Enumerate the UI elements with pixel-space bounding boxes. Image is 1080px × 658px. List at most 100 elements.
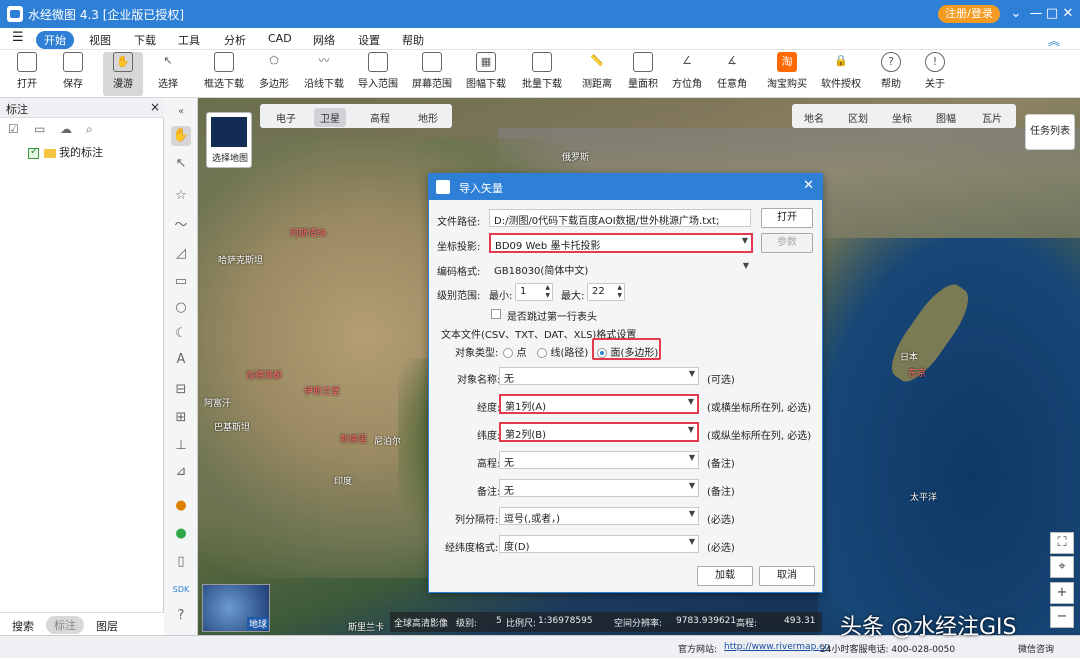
tree-item-my-annotations[interactable]: 我的标注: [28, 144, 103, 159]
save-button[interactable]: 保存: [56, 52, 90, 96]
tab-sheets[interactable]: 图幅: [936, 110, 956, 125]
menu-tools[interactable]: 工具: [178, 32, 200, 48]
tab-coordinates[interactable]: 坐标: [892, 110, 912, 125]
area-tool-icon[interactable]: ◿: [171, 244, 191, 264]
cloud-icon[interactable]: ☁: [60, 122, 72, 136]
rectangle-tool-icon[interactable]: ▭: [171, 272, 191, 292]
encoding-select[interactable]: GB18030(简体中文) ▼: [489, 259, 753, 277]
menu-download[interactable]: 下载: [134, 32, 156, 48]
open-folder-icon[interactable]: ▭: [34, 122, 45, 136]
tab-place-names[interactable]: 地名: [804, 110, 824, 125]
params-button[interactable]: 参数: [761, 233, 813, 253]
select-map-button[interactable]: 选择地图: [206, 112, 252, 168]
open-file-button[interactable]: 打开: [761, 208, 813, 228]
panel-close-icon[interactable]: ×: [150, 100, 160, 114]
coord-format-select[interactable]: 度(D) ▼: [499, 535, 699, 553]
tab-divisions[interactable]: 区划: [848, 110, 868, 125]
delimiter-select[interactable]: 逗号(,或者，) ▼: [499, 507, 699, 525]
license-button[interactable]: 🔒 软件授权: [820, 52, 862, 96]
azimuth-button[interactable]: ∠ 方位角: [670, 52, 704, 96]
remark-select[interactable]: 无 ▼: [499, 479, 699, 497]
crescent-tool-icon[interactable]: ☾: [171, 324, 191, 344]
measure-distance-button[interactable]: 📏 测距离: [580, 52, 614, 96]
tab-layers[interactable]: 图层: [96, 618, 118, 634]
measure-area-button[interactable]: 量面积: [626, 52, 660, 96]
fullscreen-icon[interactable]: ⛶: [1050, 532, 1074, 554]
polygon-button[interactable]: ⬠ 多边形: [257, 52, 291, 96]
tab-elevation[interactable]: 高程: [370, 110, 390, 125]
locate-icon[interactable]: ⌖: [1050, 556, 1074, 578]
any-angle-button[interactable]: ∡ 任意角: [715, 52, 749, 96]
add-annotation-icon[interactable]: ☑: [8, 122, 19, 136]
hamburger-menu-icon[interactable]: ☰: [12, 30, 24, 45]
zoom-in-icon[interactable]: +: [1050, 582, 1074, 604]
file-path-field[interactable]: D:/测图/0代码下载百度AOI数据/世外桃源广场.txt;: [489, 209, 751, 227]
tab-satellite[interactable]: 卫星: [314, 108, 346, 127]
tab-tiles[interactable]: 瓦片: [982, 110, 1002, 125]
zoom-out-icon[interactable]: −: [1050, 606, 1074, 628]
collapse-icon[interactable]: ⌄: [1006, 4, 1026, 24]
line-download-button[interactable]: 〰沿线下载: [303, 52, 345, 96]
collapse-ribbon-icon[interactable]: ︽: [1048, 32, 1060, 49]
hand-tool-icon[interactable]: ✋: [171, 126, 191, 146]
tab-terrain[interactable]: 地形: [418, 110, 438, 125]
site-link[interactable]: http://www.rivermap.cn: [724, 642, 830, 652]
max-level-stepper[interactable]: 22 ▲ ▼: [587, 283, 625, 301]
menu-settings[interactable]: 设置: [358, 32, 380, 48]
latitude-select[interactable]: 第2列(B) ▼: [499, 422, 699, 442]
wechat-consult[interactable]: 微信咨询: [1018, 642, 1054, 655]
import-range-button[interactable]: 导入范围: [357, 52, 399, 96]
cancel-button[interactable]: 取消: [759, 566, 815, 586]
help-tool-icon[interactable]: ?: [171, 606, 191, 626]
text-tool-icon[interactable]: A: [171, 350, 191, 370]
taobao-buy-button[interactable]: 淘淘宝购买: [766, 52, 808, 96]
load-button[interactable]: 加载: [697, 566, 753, 586]
circle-tool-icon[interactable]: ○: [171, 298, 191, 318]
radio-line[interactable]: 线(路径): [537, 344, 588, 359]
ruler-tool-icon[interactable]: ⊿: [171, 462, 191, 482]
search-icon[interactable]: ⌕: [86, 122, 93, 137]
open-button[interactable]: 打开: [10, 52, 44, 96]
globe-tool-icon[interactable]: ●: [171, 496, 191, 516]
elevation-select[interactable]: 无 ▼: [499, 451, 699, 469]
sheet-download-button[interactable]: ▦ 图幅下载: [465, 52, 507, 96]
object-name-select[interactable]: 无 ▼: [499, 367, 699, 385]
chart-tool-icon[interactable]: ⊥: [171, 436, 191, 456]
table-tool-icon[interactable]: ⊞: [171, 408, 191, 428]
tab-electronic[interactable]: 电子: [276, 110, 296, 125]
menu-cad[interactable]: CAD: [268, 32, 292, 45]
screen-range-button[interactable]: 屏幕范围: [411, 52, 453, 96]
min-level-stepper[interactable]: 1 ▲ ▼: [515, 283, 553, 301]
menu-view[interactable]: 视图: [89, 32, 111, 48]
radio-point[interactable]: 点: [503, 344, 527, 359]
pan-button[interactable]: ✋ 漫游: [103, 52, 143, 96]
star-tool-icon[interactable]: ☆: [171, 186, 191, 206]
close-icon[interactable]: ✕: [1058, 4, 1078, 24]
dialog-close-icon[interactable]: ✕: [803, 178, 814, 193]
menu-start[interactable]: 开始: [36, 31, 74, 49]
select-button[interactable]: ↖ 选择: [153, 52, 183, 96]
sdk-tool-icon[interactable]: SDK: [171, 580, 191, 600]
register-login-button[interactable]: 注册/登录: [938, 5, 1000, 23]
link-tool-icon[interactable]: ●: [171, 524, 191, 544]
collapse-panel-icon[interactable]: «: [171, 102, 191, 122]
longitude-select[interactable]: 第1列(A) ▼: [499, 394, 699, 414]
pointer-tool-icon[interactable]: ↖: [171, 154, 191, 174]
box-download-button[interactable]: 框选下载: [203, 52, 245, 96]
menu-network[interactable]: 网络: [313, 32, 335, 48]
help-button[interactable]: ? 帮助: [876, 52, 906, 96]
about-button[interactable]: ! 关于: [920, 52, 950, 96]
skip-header-checkbox[interactable]: [491, 309, 501, 319]
overview-map[interactable]: 地球: [202, 584, 270, 632]
checkbox[interactable]: [28, 146, 39, 159]
tab-search[interactable]: 搜索: [12, 618, 34, 634]
menu-analysis[interactable]: 分析: [224, 32, 246, 48]
measure-tool-icon[interactable]: ⊟: [171, 380, 191, 400]
line-tool-icon[interactable]: 〜: [171, 216, 191, 236]
radio-polygon[interactable]: 面(多边形): [597, 344, 658, 359]
menu-help[interactable]: 帮助: [402, 32, 424, 48]
tab-annotations[interactable]: 标注: [46, 616, 84, 634]
task-list-button[interactable]: 任务列表: [1025, 114, 1075, 150]
projection-select[interactable]: BD09 Web 墨卡托投影 ▼: [489, 233, 753, 253]
batch-download-button[interactable]: 批量下载: [521, 52, 563, 96]
